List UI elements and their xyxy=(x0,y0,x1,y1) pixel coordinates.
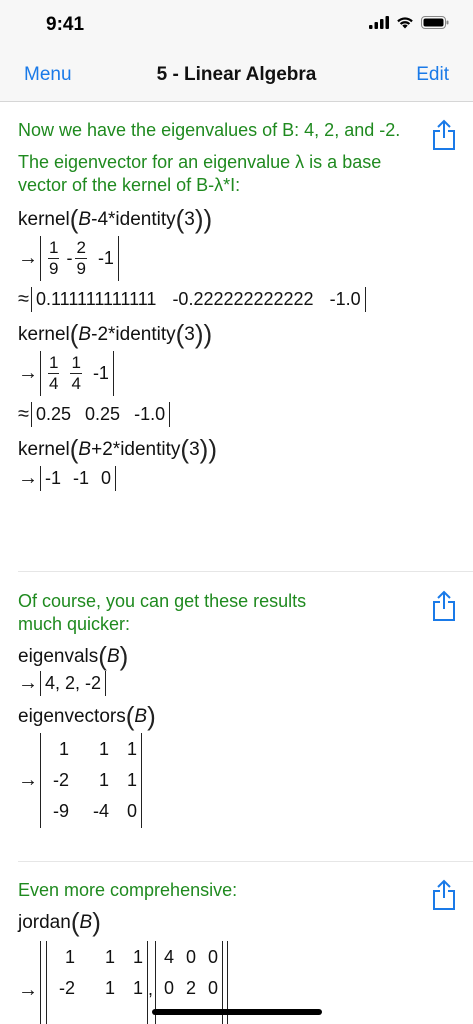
exact-result: → 4, 2, -2 xyxy=(18,671,403,696)
cellular-signal-icon xyxy=(369,16,389,29)
notebook-cell-1[interactable]: Now we have the eigenvalues of B: 4, 2, … xyxy=(0,119,473,491)
approx-result: ≈ 0.111111111111 -0.222222222222 -1.0 xyxy=(18,287,403,312)
exact-result: → 14 14 -1 xyxy=(18,351,403,396)
input-expression[interactable]: eigenvectors(B) xyxy=(18,702,403,731)
edit-button[interactable]: Edit xyxy=(416,64,449,86)
home-indicator[interactable] xyxy=(152,1009,322,1015)
wifi-icon xyxy=(397,17,413,29)
approx-result: ≈ 0.25 0.25 -1.0 xyxy=(18,402,403,427)
cell-comment: Even more comprehensive: xyxy=(18,880,238,900)
navigation-bar: Menu 5 - Linear Algebra Edit xyxy=(0,50,473,102)
share-icon[interactable] xyxy=(431,879,457,911)
notebook-content[interactable]: Now we have the eigenvalues of B: 4, 2, … xyxy=(0,103,473,1024)
input-expression[interactable]: eigenvals(B) xyxy=(18,642,403,671)
notebook-cell-2[interactable]: Of course, you can get these results muc… xyxy=(0,590,473,828)
cell-divider xyxy=(18,861,473,862)
status-time: 9:41 xyxy=(46,14,85,35)
notebook-cell-3[interactable]: Even more comprehensive: jordan(B) → 111… xyxy=(0,879,473,1024)
status-bar: 9:41 xyxy=(0,0,473,50)
status-icons xyxy=(369,16,449,29)
matrix-result: → 111 -2 1 1 -9 -4 0 xyxy=(18,733,403,828)
input-expression[interactable]: jordan(B) xyxy=(18,908,403,937)
share-icon[interactable] xyxy=(431,119,457,151)
page-title: 5 - Linear Algebra xyxy=(156,64,317,85)
input-expression[interactable]: kernel(B+2*identity(3)) xyxy=(18,435,403,464)
exact-result: → -1 -1 0 xyxy=(18,466,403,491)
battery-icon xyxy=(421,16,449,29)
share-icon[interactable] xyxy=(431,590,457,622)
input-expression[interactable]: kernel(B-4*identity(3)) xyxy=(18,205,403,234)
exact-result: → 19 - 29 -1 xyxy=(18,236,403,281)
cell-comment: The eigenvector for an eigenvalue λ is a… xyxy=(18,152,382,195)
cell-divider xyxy=(18,571,473,572)
cell-comment: Now we have the eigenvalues of B: 4, 2, … xyxy=(18,120,401,140)
cell-comment: Of course, you can get these results muc… xyxy=(18,591,307,634)
input-expression[interactable]: kernel(B-2*identity(3)) xyxy=(18,320,403,349)
